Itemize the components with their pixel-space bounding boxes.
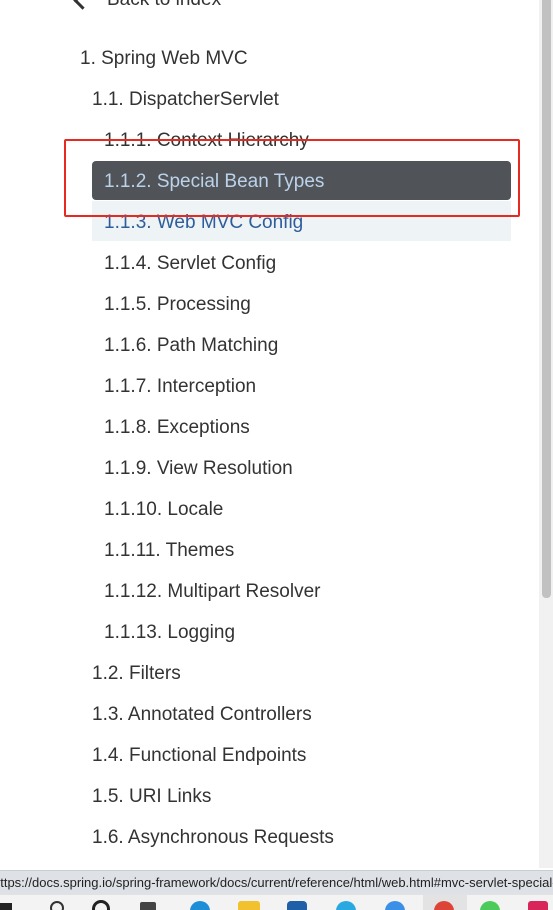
toc-item-uri-links[interactable]: 1.5. URI Links bbox=[92, 776, 211, 817]
toc-item-processing[interactable]: 1.1.5. Processing bbox=[104, 284, 251, 325]
toc-item-asynchronous-requests[interactable]: 1.6. Asynchronous Requests bbox=[92, 817, 334, 858]
taskbar bbox=[0, 894, 553, 910]
toc-item-locale[interactable]: 1.1.10. Locale bbox=[104, 489, 223, 530]
toc-item-filters[interactable]: 1.2. Filters bbox=[92, 653, 181, 694]
toc-item-logging[interactable]: 1.1.13. Logging bbox=[104, 612, 235, 653]
toc-item-themes[interactable]: 1.1.11. Themes bbox=[104, 530, 234, 571]
toc-item-view-resolution[interactable]: 1.1.9. View Resolution bbox=[104, 448, 293, 489]
back-to-index-link[interactable]: Back to index bbox=[72, 0, 221, 11]
scrollbar-thumb[interactable] bbox=[542, 0, 551, 598]
toc-item-functional-endpoints[interactable]: 1.4. Functional Endpoints bbox=[92, 735, 306, 776]
back-to-index-label: Back to index bbox=[107, 0, 221, 11]
toc-item-interception[interactable]: 1.1.7. Interception bbox=[104, 366, 256, 407]
status-url: https://docs.spring.io/spring-framework/… bbox=[0, 875, 553, 890]
toc-item-servlet-config[interactable]: 1.1.4. Servlet Config bbox=[104, 243, 276, 284]
toc-item-annotated-controllers[interactable]: 1.3. Annotated Controllers bbox=[92, 694, 312, 735]
toc-item-exceptions[interactable]: 1.1.8. Exceptions bbox=[104, 407, 250, 448]
toc-item-multipart-resolver[interactable]: 1.1.12. Multipart Resolver bbox=[104, 571, 321, 612]
toc-item-dispatcherservlet[interactable]: 1.1. DispatcherServlet bbox=[92, 79, 279, 120]
chevron-left-icon bbox=[73, 0, 92, 10]
toc-item-path-matching[interactable]: 1.1.6. Path Matching bbox=[104, 325, 278, 366]
toc-item-spring-web-mvc[interactable]: 1. Spring Web MVC bbox=[80, 38, 248, 79]
status-bar: https://docs.spring.io/spring-framework/… bbox=[0, 870, 553, 895]
highlight-annotation-box bbox=[64, 139, 520, 217]
